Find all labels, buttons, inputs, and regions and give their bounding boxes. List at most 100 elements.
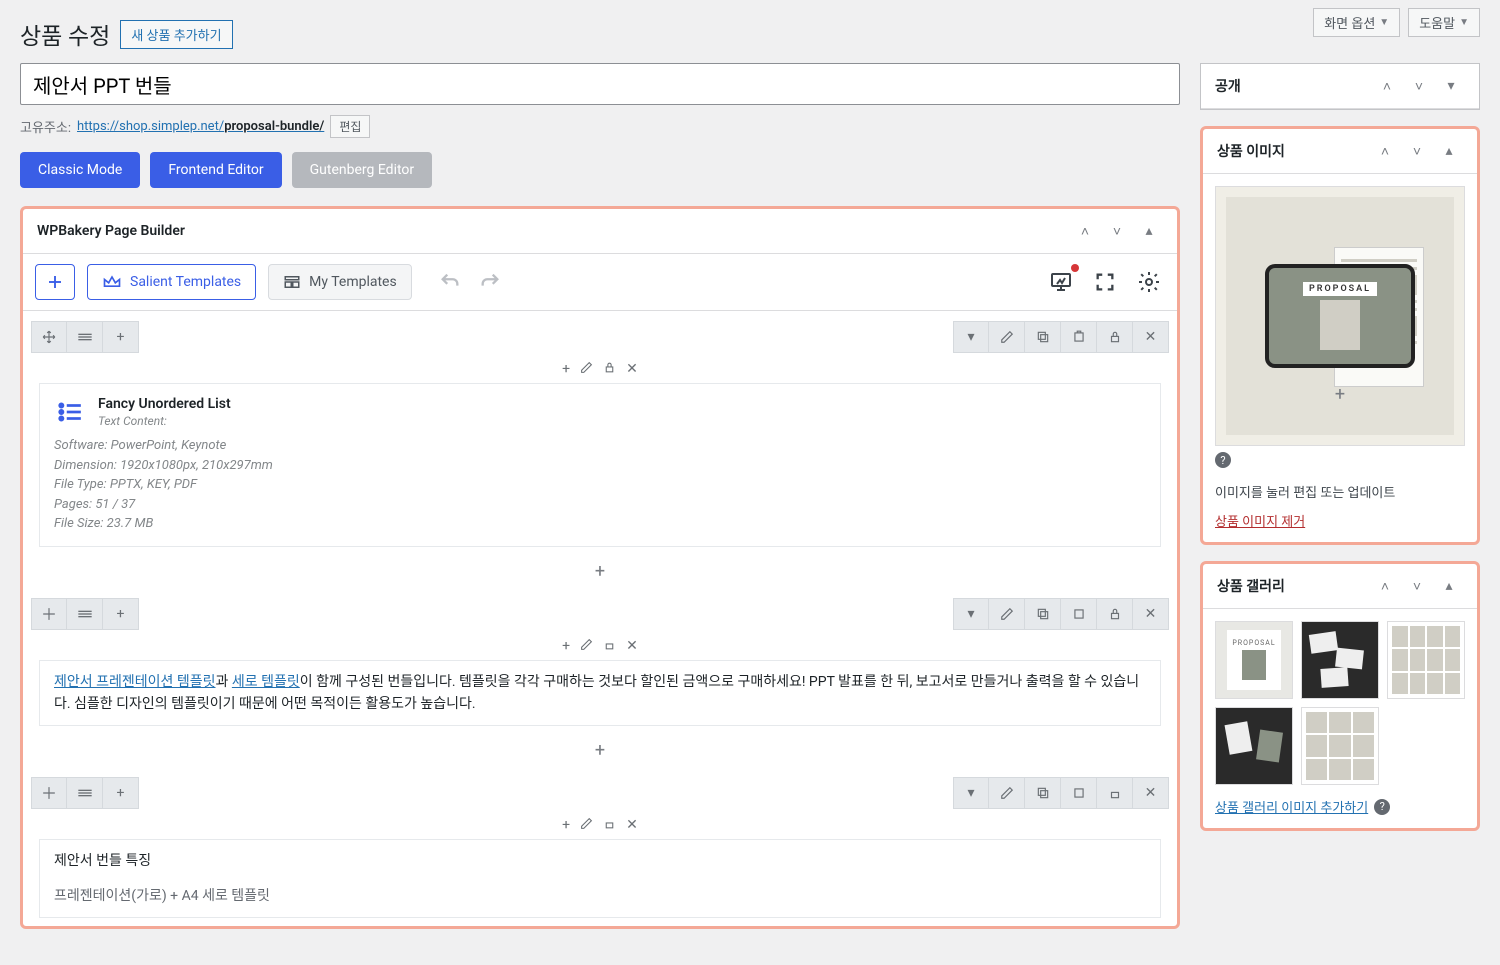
- add-element-button[interactable]: [35, 264, 75, 300]
- my-templates-button[interactable]: My Templates: [268, 264, 412, 300]
- panel-up-icon[interactable]: ˄: [1371, 574, 1399, 598]
- help-button[interactable]: 도움말▼: [1408, 8, 1480, 37]
- row-edit-icon[interactable]: [989, 598, 1025, 630]
- page-title: 상품 수정: [20, 17, 110, 51]
- help-tooltip-icon[interactable]: ?: [1374, 799, 1390, 815]
- gallery-thumbnail[interactable]: [1301, 621, 1379, 699]
- panel-toggle-icon[interactable]: ▴: [1435, 139, 1463, 163]
- gallery-thumbnail[interactable]: [1387, 621, 1465, 699]
- help-tooltip-icon[interactable]: ?: [1215, 452, 1231, 468]
- row-dropdown-icon[interactable]: ▾: [953, 777, 989, 809]
- col-lock-icon[interactable]: [601, 359, 618, 379]
- row-layout-icon[interactable]: [67, 321, 103, 353]
- salient-templates-button[interactable]: Salient Templates: [87, 264, 256, 300]
- fullscreen-icon[interactable]: [1089, 266, 1121, 298]
- col-edit-icon[interactable]: [578, 359, 595, 379]
- fancy-list-element[interactable]: Fancy Unordered List Text Content: Softw…: [39, 383, 1161, 547]
- row-add-icon[interactable]: +: [103, 777, 139, 809]
- product-image-thumbnail[interactable]: PROPOSAL +: [1215, 186, 1465, 446]
- row-lock-icon[interactable]: [1097, 321, 1133, 353]
- row-dropdown-icon[interactable]: ▾: [953, 321, 989, 353]
- col-edit-icon[interactable]: [578, 815, 595, 835]
- panel-toggle-icon[interactable]: ▾: [1437, 74, 1465, 98]
- row-clone-icon[interactable]: [1061, 777, 1097, 809]
- text-link[interactable]: 제안서 프레젠테이션 템플릿: [54, 674, 216, 690]
- panel-up-icon[interactable]: ˄: [1071, 219, 1099, 243]
- panel-up-icon[interactable]: ˄: [1371, 139, 1399, 163]
- permalink-link[interactable]: https://shop.simplep.net/proposal-bundle…: [77, 119, 324, 134]
- row-dropdown-icon[interactable]: ▾: [953, 598, 989, 630]
- col-lock-icon[interactable]: [601, 815, 618, 835]
- col-edit-icon[interactable]: [578, 636, 595, 656]
- row-lock-icon[interactable]: [1097, 598, 1133, 630]
- col-add-icon[interactable]: +: [560, 815, 572, 835]
- list-line: Software: PowerPoint, Keynote: [54, 436, 1146, 456]
- row-lock-icon[interactable]: [1097, 777, 1133, 809]
- gutenberg-editor-button[interactable]: Gutenberg Editor: [292, 152, 433, 188]
- panel-down-icon[interactable]: ˅: [1103, 219, 1131, 243]
- text-link[interactable]: 세로 템플릿: [232, 674, 300, 690]
- list-line: File Size: 23.7 MB: [54, 514, 1146, 534]
- panel-up-icon[interactable]: ˄: [1373, 74, 1401, 98]
- text-block-element[interactable]: 제안서 프레젠테이션 템플릿과 세로 템플릿이 함께 구성된 번들입니다. 템플…: [39, 660, 1161, 727]
- col-delete-icon[interactable]: ✕: [624, 636, 640, 656]
- settings-gear-icon[interactable]: [1133, 266, 1165, 298]
- remove-product-image-link[interactable]: 상품 이미지 제거: [1215, 515, 1305, 530]
- gallery-thumbnail[interactable]: PROPOSAL: [1215, 621, 1293, 699]
- gallery-thumbnail[interactable]: [1215, 707, 1293, 785]
- panel-down-icon[interactable]: ˅: [1405, 74, 1433, 98]
- undo-button[interactable]: [434, 266, 466, 298]
- gallery-thumbnail[interactable]: [1301, 707, 1379, 785]
- redo-button[interactable]: [474, 266, 506, 298]
- add-element-below-icon[interactable]: +: [31, 734, 1169, 767]
- row-add-icon[interactable]: +: [103, 598, 139, 630]
- builder-row: + ▾ ✕ +: [31, 596, 1169, 768]
- add-gallery-images-link[interactable]: 상품 갤러리 이미지 추가하기: [1215, 797, 1368, 816]
- col-lock-icon[interactable]: [601, 636, 618, 656]
- product-image-note: 이미지를 눌러 편집 또는 업데이트: [1215, 482, 1465, 501]
- row-move-icon[interactable]: [31, 321, 67, 353]
- row-copy-icon[interactable]: [1025, 321, 1061, 353]
- row-copy-icon[interactable]: [1025, 598, 1061, 630]
- row-delete-icon[interactable]: ✕: [1133, 777, 1169, 809]
- classic-mode-button[interactable]: Classic Mode: [20, 152, 140, 188]
- product-gallery-panel-title: 상품 갤러리: [1217, 576, 1285, 596]
- row-layout-icon[interactable]: [67, 598, 103, 630]
- screen-options-button[interactable]: 화면 옵션▼: [1313, 8, 1400, 37]
- row-delete-icon[interactable]: ✕: [1133, 321, 1169, 353]
- col-delete-icon[interactable]: ✕: [624, 359, 640, 379]
- row-clone-icon[interactable]: [1061, 321, 1097, 353]
- row-copy-icon[interactable]: [1025, 777, 1061, 809]
- col-add-icon[interactable]: +: [560, 636, 572, 656]
- row-move-icon[interactable]: [31, 598, 67, 630]
- col-add-icon[interactable]: +: [560, 359, 572, 379]
- row-clone-icon[interactable]: [1061, 598, 1097, 630]
- text-heading: 제안서 번들 특징: [54, 850, 1146, 872]
- row-delete-icon[interactable]: ✕: [1133, 598, 1169, 630]
- help-label: 도움말: [1419, 13, 1455, 32]
- row-add-icon[interactable]: +: [103, 321, 139, 353]
- text-block-element[interactable]: 제안서 번들 특징 프레젠테이션(가로) + A4 세로 템플릿: [39, 839, 1161, 918]
- presentation-icon[interactable]: [1045, 266, 1077, 298]
- row-layout-icon[interactable]: [67, 777, 103, 809]
- panel-down-icon[interactable]: ˅: [1403, 139, 1431, 163]
- add-element-below-icon[interactable]: +: [31, 555, 1169, 588]
- wpbakery-panel-title: WPBakery Page Builder: [37, 223, 185, 239]
- row-edit-icon[interactable]: [989, 777, 1025, 809]
- row-edit-icon[interactable]: [989, 321, 1025, 353]
- element-title: Fancy Unordered List: [98, 396, 231, 412]
- row-move-icon[interactable]: [31, 777, 67, 809]
- add-new-product-button[interactable]: 새 상품 추가하기: [120, 20, 232, 49]
- product-image-panel-title: 상품 이미지: [1217, 141, 1285, 161]
- product-title-input[interactable]: [20, 63, 1180, 105]
- list-line: Dimension: 1920x1080px, 210x297mm: [54, 456, 1146, 476]
- panel-toggle-icon[interactable]: ▴: [1435, 574, 1463, 598]
- caret-down-icon: ▼: [1379, 17, 1389, 28]
- element-subtitle: Text Content:: [98, 414, 231, 428]
- frontend-editor-button[interactable]: Frontend Editor: [150, 152, 281, 188]
- edit-slug-button[interactable]: 편집: [330, 115, 370, 138]
- col-delete-icon[interactable]: ✕: [624, 815, 640, 835]
- notification-dot-icon: [1071, 264, 1079, 272]
- panel-down-icon[interactable]: ˅: [1403, 574, 1431, 598]
- panel-toggle-icon[interactable]: ▴: [1135, 219, 1163, 243]
